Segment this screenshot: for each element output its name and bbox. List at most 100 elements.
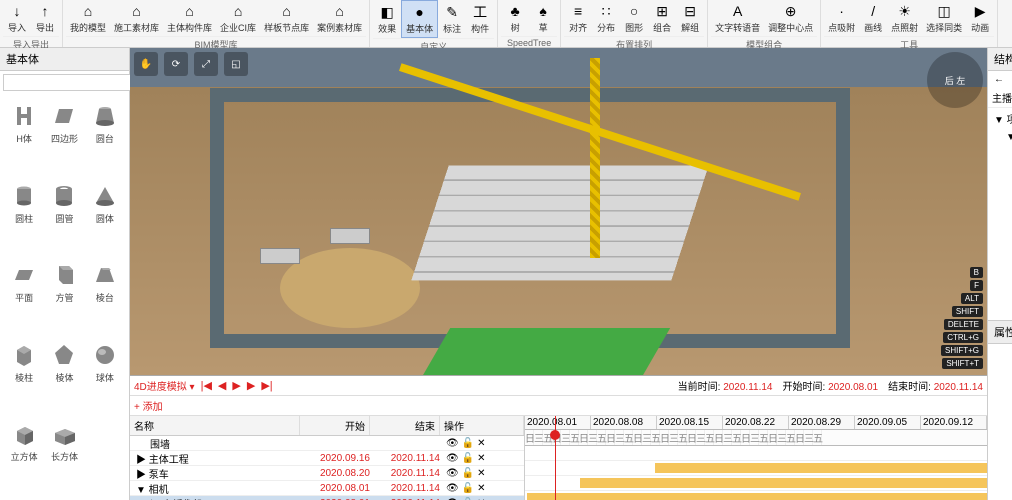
ribbon-分布-button[interactable]: ∷分布 (592, 0, 620, 36)
ruler-week: 2020.09.05 (855, 416, 921, 429)
tree-item[interactable]: ▶ 结构基础 (990, 144, 1012, 161)
visibility-icon[interactable]: 👁 (446, 438, 459, 449)
lock-icon[interactable]: 🔓 (462, 483, 474, 494)
timeline-row[interactable]: ▶ 主播像机2020.08.012020.11.14👁🔓✕ (130, 496, 524, 500)
shape-棱柱[interactable]: 棱柱 (6, 339, 42, 415)
lock-icon[interactable]: 🔓 (462, 453, 474, 464)
timeline-title[interactable]: 4D进度模拟 ▾ (134, 378, 195, 393)
gantt-bar[interactable] (580, 478, 987, 488)
visibility-icon[interactable]: 👁 (446, 453, 459, 464)
last-icon[interactable]: ▶| (261, 379, 272, 392)
ribbon-文字转语音-button[interactable]: A文字转语音 (711, 0, 764, 36)
delete-icon[interactable]: ✕ (477, 453, 485, 464)
shape-H体[interactable]: H体 (6, 100, 42, 176)
ribbon-我的模型-button[interactable]: ⌂我的模型 (66, 0, 110, 36)
ribbon-构件-button[interactable]: 工构件 (466, 0, 494, 38)
ribbon-动画-button[interactable]: ▶动画 (966, 0, 994, 36)
ribbon-调整中心点-button[interactable]: ⊕调整中心点 (764, 0, 817, 36)
ribbon-企业CI库-button[interactable]: ⌂企业CI库 (216, 0, 260, 36)
ribbon-案例素材库-button[interactable]: ⌂案例素材库 (313, 0, 366, 36)
prev-icon[interactable]: ◀ (218, 379, 226, 392)
ribbon-图形-button[interactable]: ○图形 (620, 0, 648, 36)
gantt-row[interactable] (525, 461, 987, 476)
lock-icon[interactable]: 🔓 (462, 468, 474, 479)
shape-棱台[interactable]: 棱台 (87, 259, 123, 335)
tree-item[interactable]: ▶ 结构框架 (990, 178, 1012, 195)
timeline-row[interactable]: ▶ 主体工程2020.09.162020.11.14👁🔓✕ (130, 451, 524, 466)
ribbon-点照射-button[interactable]: ☀点照射 (887, 0, 922, 36)
shape-立方体[interactable]: 立方体 (6, 418, 42, 494)
ribbon-标注-button[interactable]: ✎标注 (438, 0, 466, 38)
ribbon-导入-button[interactable]: ↓导入 (3, 0, 31, 36)
playhead[interactable] (555, 416, 556, 500)
shape-圆柱[interactable]: 圆柱 (6, 180, 42, 256)
timeline-gantt[interactable]: 2020.08.012020.08.082020.08.152020.08.22… (525, 416, 987, 500)
shape-方管[interactable]: 方管 (46, 259, 82, 335)
ribbon-施工素材库-button[interactable]: ⌂施工素材库 (110, 0, 163, 36)
zoom-icon[interactable]: ⤢ (194, 52, 218, 76)
search-input[interactable] (3, 74, 141, 91)
visibility-icon[interactable]: 👁 (446, 483, 459, 494)
shape-长方体[interactable]: 长方体 (46, 418, 82, 494)
gantt-row[interactable] (525, 446, 987, 461)
orbit-icon[interactable]: ⟳ (164, 52, 188, 76)
ribbon-对齐-button[interactable]: ≡对齐 (564, 0, 592, 36)
ribbon-点吸附-button[interactable]: ·点吸附 (824, 0, 859, 36)
ribbon-组合-button[interactable]: ⊞组合 (648, 0, 676, 36)
shape-平面[interactable]: 平面 (6, 259, 42, 335)
tree-item[interactable]: ▼ 项目1.rvt (990, 127, 1012, 144)
shape-label: 立方体 (11, 450, 38, 463)
ribbon-解组-button[interactable]: ⊟解组 (676, 0, 704, 36)
shape-圆台[interactable]: 圆台 (87, 100, 123, 176)
ribbon-导出-button[interactable]: ↑导出 (31, 0, 59, 36)
playhead-knob-icon[interactable] (550, 430, 560, 440)
shape-棱体[interactable]: 棱体 (46, 339, 82, 415)
tree-item[interactable]: 表面 1 (990, 280, 1012, 297)
shape-圆管[interactable]: 圆管 (46, 180, 82, 256)
next-icon[interactable]: ▶ (247, 379, 255, 392)
tree-item[interactable]: ▶ 平台 (990, 229, 1012, 246)
ribbon-icon: ✎ (443, 3, 461, 21)
compass-icon[interactable]: 后 左 (927, 52, 983, 108)
timeline-row[interactable]: 围墙👁🔓✕ (130, 436, 524, 451)
forward-icon[interactable]: → (1007, 74, 1012, 85)
delete-icon[interactable]: ✕ (477, 483, 485, 494)
ribbon-主体构件库-button[interactable]: ⌂主体构件库 (163, 0, 216, 36)
delete-icon[interactable]: ✕ (477, 468, 485, 479)
tree-item[interactable]: ▶ 楼梯 (990, 212, 1012, 229)
ribbon-选择同类-button[interactable]: ◫选择同类 (922, 0, 966, 36)
shape-圆体[interactable]: 圆体 (87, 180, 123, 256)
delete-icon[interactable]: ✕ (477, 438, 485, 449)
ribbon-画线-button[interactable]: /画线 (859, 0, 887, 36)
lock-icon[interactable]: 🔓 (462, 438, 474, 449)
tree-item[interactable]: ▼ 地形 (990, 246, 1012, 263)
first-icon[interactable]: |◀ (201, 379, 212, 392)
gantt-bar[interactable] (527, 493, 987, 500)
pan-icon[interactable]: ✋ (134, 52, 158, 76)
play-icon[interactable]: ▶ (232, 379, 240, 392)
ribbon-树-button[interactable]: ♣树 (501, 0, 529, 36)
tree-item[interactable]: 表面 (990, 263, 1012, 280)
tree-item[interactable]: 子面域 (990, 297, 1012, 314)
ribbon-草-button[interactable]: ♠草 (529, 0, 557, 36)
shape-球体[interactable]: 球体 (87, 339, 123, 415)
timeline-row[interactable]: ▶ 泵车2020.08.202020.11.14👁🔓✕ (130, 466, 524, 481)
shape-四边形[interactable]: 四边形 (46, 100, 82, 176)
back-icon[interactable]: ← (991, 74, 1007, 85)
gantt-row[interactable] (525, 491, 987, 500)
visibility-icon[interactable]: 👁 (446, 468, 459, 479)
tree-item[interactable]: ▼ 项目 1 (990, 110, 1012, 127)
tree-item[interactable]: ▶ 楼板 (990, 195, 1012, 212)
view-icon[interactable]: ◱ (224, 52, 248, 76)
viewport-3d[interactable]: ✋ ⟳ ⤢ ◱ 后 左 BFALTSHIFTDELETECTRL+GSHIFT+… (130, 48, 987, 375)
timeline-row[interactable]: ▼ 相机2020.08.012020.11.14👁🔓✕ (130, 481, 524, 496)
gantt-bar[interactable] (655, 463, 987, 473)
ribbon-toolbar: ↓导入↑导出导入导出⌂我的模型⌂施工素材库⌂主体构件库⌂企业CI库⌂样板节点库⌂… (0, 0, 1012, 48)
shape-label: 棱台 (96, 291, 114, 304)
timeline-add-button[interactable]: + 添加 (130, 396, 987, 416)
ribbon-基本体-button[interactable]: ●基本体 (401, 0, 438, 38)
gantt-row[interactable] (525, 476, 987, 491)
ribbon-效果-button[interactable]: ◧效果 (373, 0, 401, 38)
tree-item[interactable]: ▶ 结构柱 (990, 161, 1012, 178)
ribbon-样板节点库-button[interactable]: ⌂样板节点库 (260, 0, 313, 36)
